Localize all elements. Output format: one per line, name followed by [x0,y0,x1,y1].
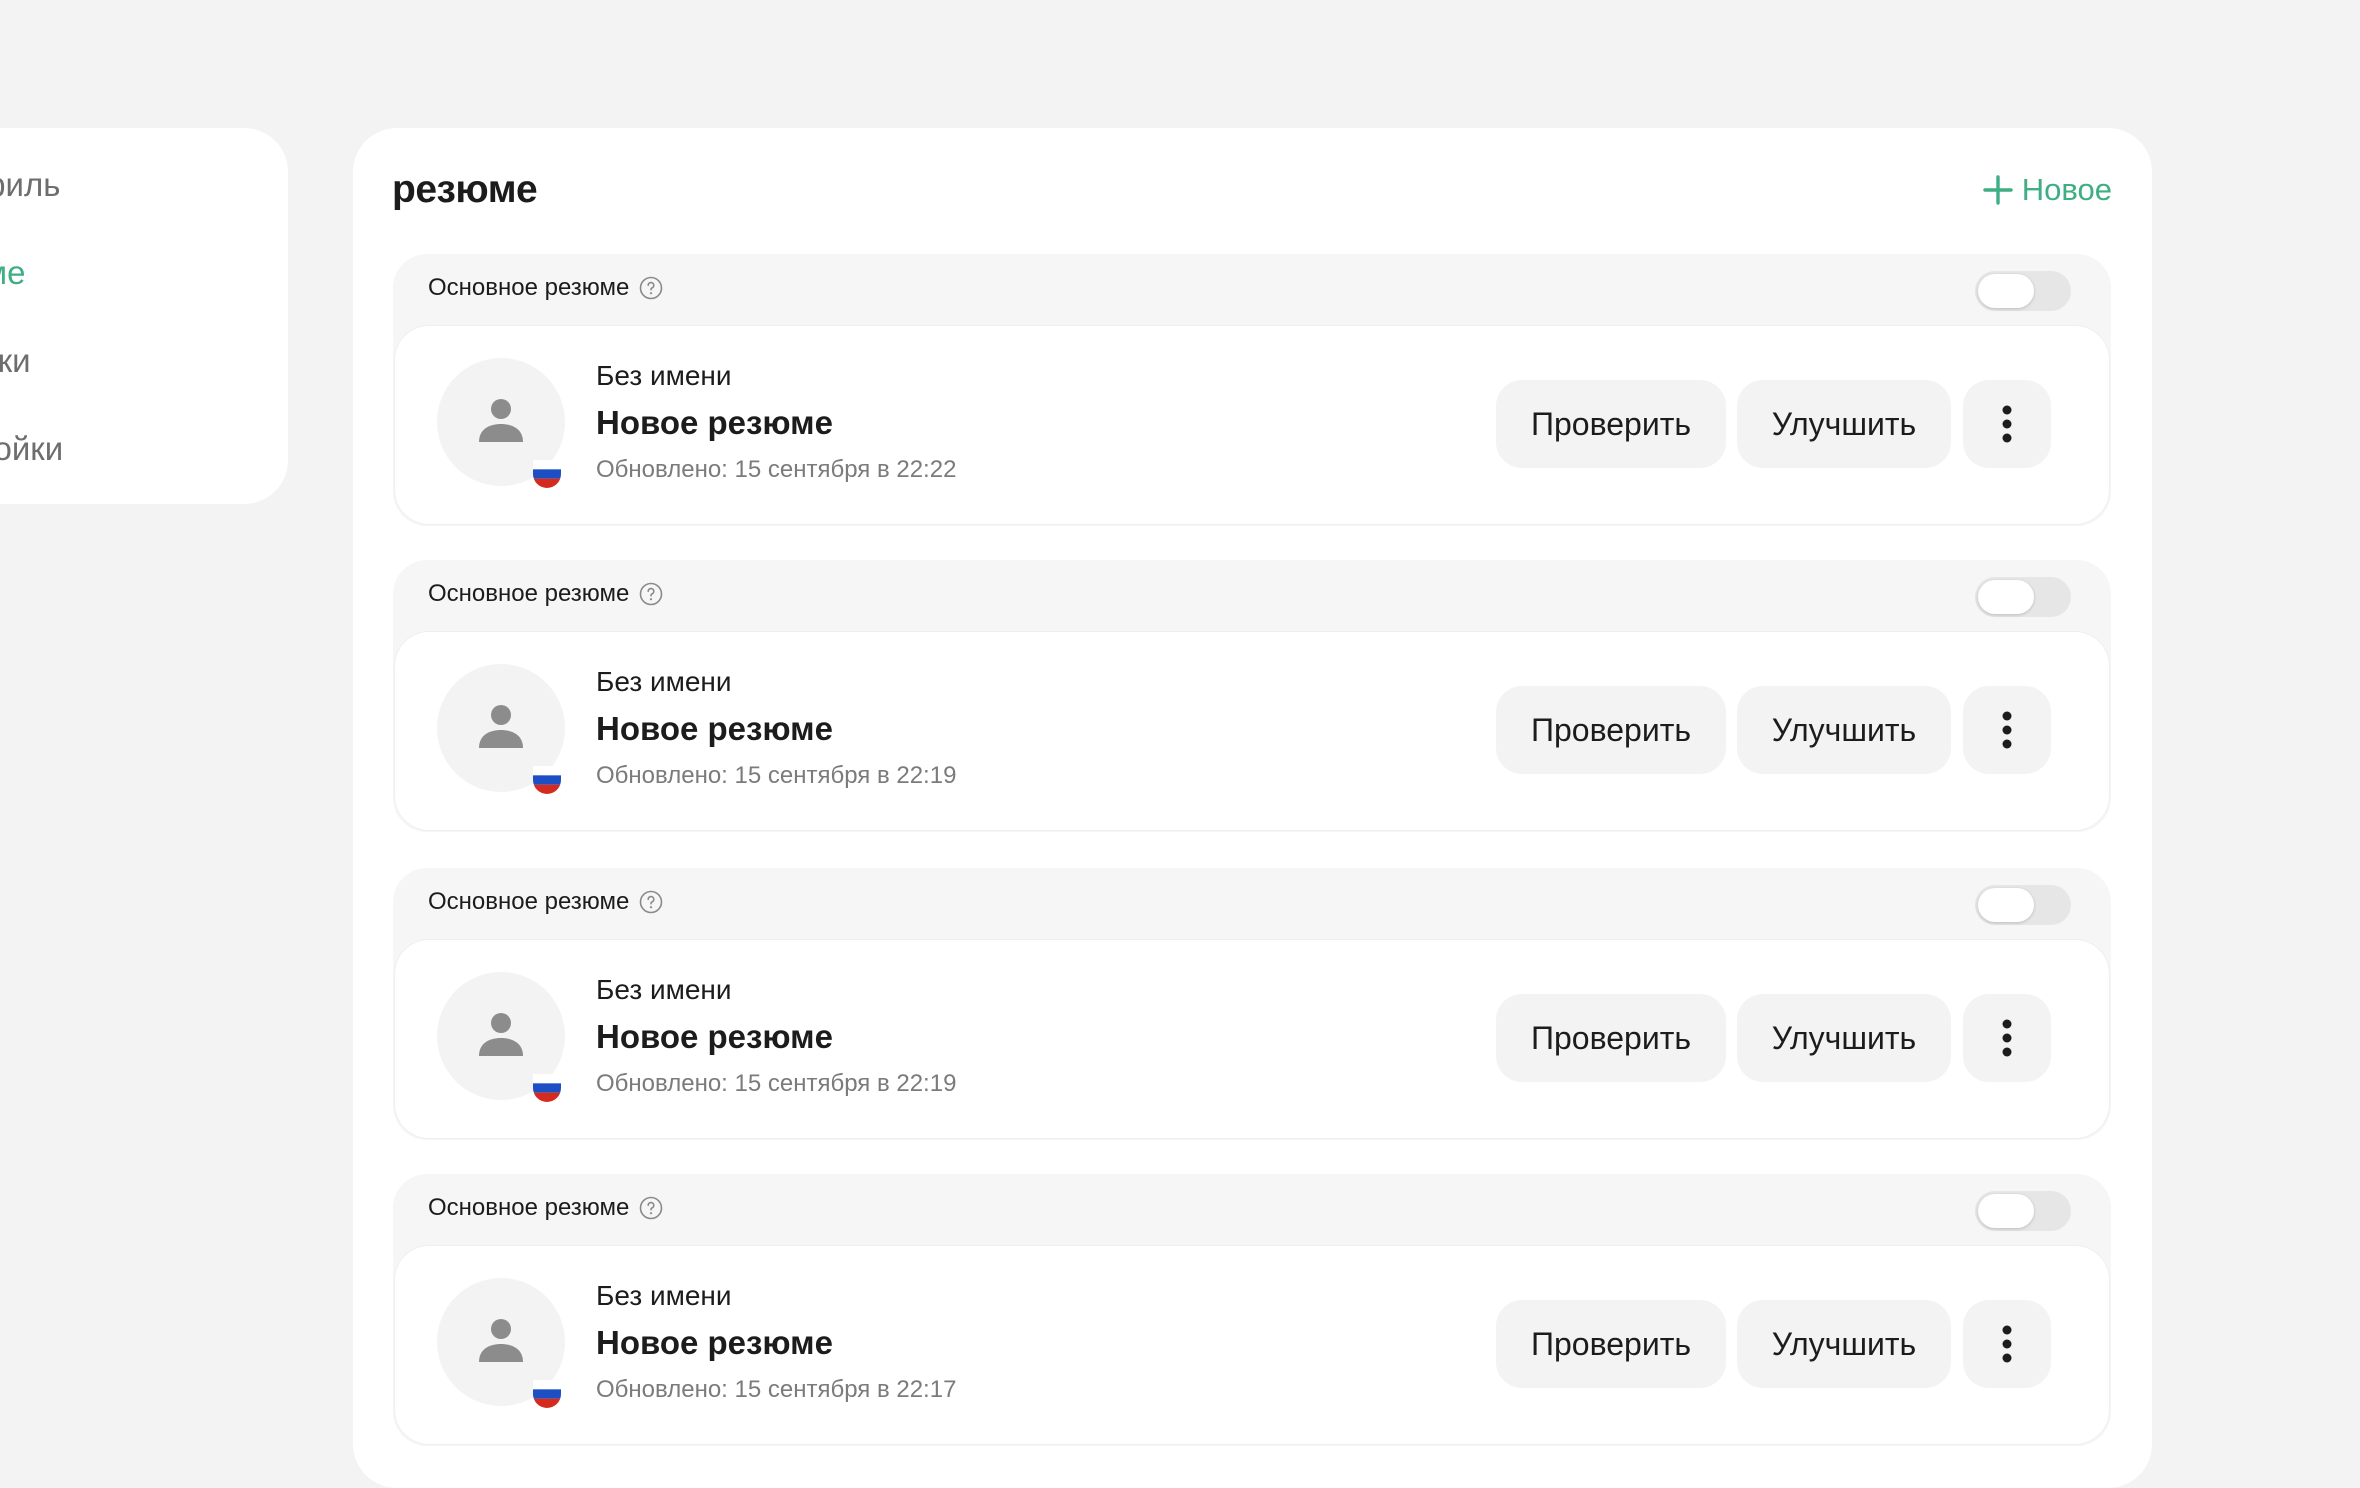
russia-flag-icon [533,1380,561,1408]
toggle-knob [1978,274,2034,308]
check-button[interactable]: Проверить [1496,380,1726,468]
more-options-button[interactable] [1963,1300,2051,1388]
resume-card-header: Основное резюме [393,560,2111,632]
resume-title[interactable]: Новое резюме [596,1018,833,1056]
resume-card-header: Основное резюме [393,868,2111,940]
more-vertical-icon [2002,1019,2012,1057]
more-vertical-icon [2002,1325,2012,1363]
resume-title[interactable]: Новое резюме [596,404,833,442]
avatar[interactable] [437,358,565,488]
resumes-panel: резюме Новое Основное резюме Без имени Н… [353,128,2152,1488]
primary-resume-text: Основное резюме [428,1194,630,1221]
sidebar-item-settings[interactable]: тройки [0,430,63,468]
person-icon [479,399,523,442]
more-vertical-icon [2002,711,2012,749]
person-icon [479,1319,523,1362]
plus-icon [1983,175,2013,205]
russia-flag-icon [533,766,561,794]
more-vertical-icon [2002,405,2012,443]
check-button[interactable]: Проверить [1496,686,1726,774]
resume-updated-date: Обновлено: 15 сентября в 22:19 [596,1070,957,1097]
sidebar-nav: офиль юме лики тройки [0,128,288,504]
check-button[interactable]: Проверить [1496,1300,1726,1388]
person-icon [479,705,523,748]
resume-card: Основное резюме Без имени Новое резюме О… [393,254,2111,526]
help-icon[interactable] [639,890,663,914]
primary-resume-text: Основное резюме [428,580,630,607]
russia-flag-icon [533,1074,561,1102]
toggle-knob [1978,888,2034,922]
primary-resume-label: Основное резюме [428,274,663,302]
primary-resume-toggle[interactable] [1975,577,2071,617]
resume-owner-name: Без имени [596,1280,732,1311]
primary-resume-label: Основное резюме [428,888,663,916]
toggle-knob [1978,580,2034,614]
improve-button[interactable]: Улучшить [1737,1300,1951,1388]
resume-card: Основное резюме Без имени Новое резюме О… [393,1174,2111,1446]
page-title: резюме [392,168,538,211]
resume-owner-name: Без имени [596,360,732,391]
primary-resume-label: Основное резюме [428,580,663,608]
new-resume-label: Новое [2021,172,2112,207]
avatar[interactable] [437,1278,565,1408]
resume-card-body: Без имени Новое резюме Обновлено: 15 сен… [395,1246,2109,1444]
improve-button[interactable]: Улучшить [1737,686,1951,774]
resume-card-header: Основное резюме [393,254,2111,326]
help-icon[interactable] [639,582,663,606]
resume-title[interactable]: Новое резюме [596,710,833,748]
more-options-button[interactable] [1963,380,2051,468]
sidebar-item-responses[interactable]: лики [0,342,31,380]
resume-card-header: Основное резюме [393,1174,2111,1246]
sidebar-item-profile[interactable]: офиль [0,166,60,204]
russia-flag-icon [533,460,561,488]
resume-updated-date: Обновлено: 15 сентября в 22:17 [596,1376,957,1403]
resume-card: Основное резюме Без имени Новое резюме О… [393,868,2111,1140]
help-icon[interactable] [639,1196,663,1220]
resume-title[interactable]: Новое резюме [596,1324,833,1362]
new-resume-button[interactable]: Новое [1982,172,2112,208]
resume-card-body: Без имени Новое резюме Обновлено: 15 сен… [395,940,2109,1138]
primary-resume-toggle[interactable] [1975,1191,2071,1231]
help-icon[interactable] [639,276,663,300]
improve-button[interactable]: Улучшить [1737,994,1951,1082]
person-icon [479,1013,523,1056]
toggle-knob [1978,1194,2034,1228]
resume-owner-name: Без имени [596,974,732,1005]
more-options-button[interactable] [1963,686,2051,774]
avatar[interactable] [437,972,565,1102]
check-button[interactable]: Проверить [1496,994,1726,1082]
resume-card-body: Без имени Новое резюме Обновлено: 15 сен… [395,632,2109,830]
resume-owner-name: Без имени [596,666,732,697]
more-options-button[interactable] [1963,994,2051,1082]
primary-resume-label: Основное резюме [428,1194,663,1222]
resume-card-body: Без имени Новое резюме Обновлено: 15 сен… [395,326,2109,524]
resume-updated-date: Обновлено: 15 сентября в 22:19 [596,762,957,789]
improve-button[interactable]: Улучшить [1737,380,1951,468]
avatar[interactable] [437,664,565,794]
primary-resume-toggle[interactable] [1975,271,2071,311]
resume-card: Основное резюме Без имени Новое резюме О… [393,560,2111,832]
sidebar-item-resumes[interactable]: юме [0,254,25,292]
primary-resume-text: Основное резюме [428,888,630,915]
primary-resume-text: Основное резюме [428,274,630,301]
resume-updated-date: Обновлено: 15 сентября в 22:22 [596,456,957,483]
primary-resume-toggle[interactable] [1975,885,2071,925]
